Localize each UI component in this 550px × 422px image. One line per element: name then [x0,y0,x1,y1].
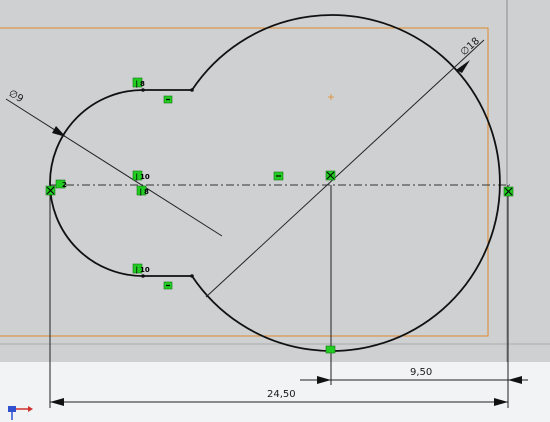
vertex-top-right[interactable] [190,88,194,92]
relation-horizontal-top[interactable] [163,95,173,104]
relation-tangent-bottom-index: 10 [140,266,150,274]
dim-text-long[interactable]: 24,50 [267,389,296,400]
relation-tangent-top-index: 8 [140,80,145,88]
relation-center-a[interactable]: | 10 [132,170,150,182]
relation-tangent-bottom[interactable]: | 10 [132,263,150,275]
svg-text:|: | [136,266,139,275]
svg-text:|: | [140,188,143,197]
relation-end-right[interactable] [503,186,514,197]
sketch-viewport[interactable]: ∅9 ∅18 9,50 24,50 | 8 | 10 | 8 2 | 10 [0,0,550,422]
relation-end-left[interactable] [45,185,56,196]
svg-text:|: | [136,80,139,89]
relation-end-left-label[interactable]: 2 [55,179,67,189]
relation-bottom-point[interactable] [325,345,336,354]
relation-horizontal-bottom[interactable] [163,281,173,290]
dim-text-short[interactable]: 9,50 [410,367,432,378]
svg-text:|: | [136,173,139,182]
vertex-bottom-right[interactable] [190,274,194,278]
vertex-top-left[interactable] [141,88,145,92]
vertex-bottom-left[interactable] [141,274,145,278]
relation-coincident-center[interactable] [325,170,336,181]
relation-horizontal-mid[interactable] [273,171,284,181]
relation-center-b-index: 8 [144,188,149,196]
relation-center-a-index: 10 [140,173,150,181]
relation-end-left-index: 2 [62,181,67,189]
